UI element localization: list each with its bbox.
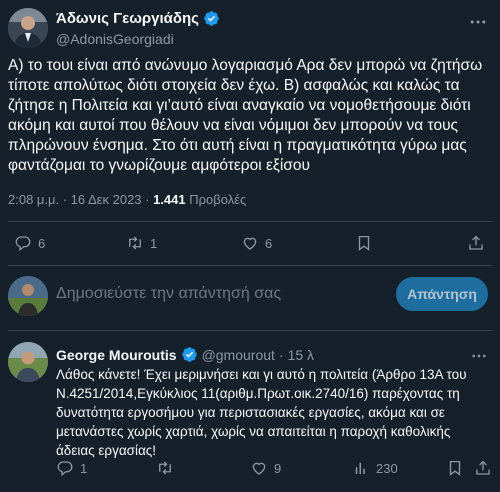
reply-submit-button[interactable]: Απάντηση (396, 277, 488, 311)
reply-input[interactable]: Δημοσιεύστε την απάντησή σας (56, 285, 281, 303)
tweet-action-bar: 6 1 6 (0, 231, 500, 255)
tweet-timestamp[interactable]: 2:08 μ.μ. · 16 Δεκ 2023 · (8, 192, 153, 207)
views-icon (352, 459, 370, 477)
views-count: 1.441 (153, 192, 186, 207)
tweet-text: Α) το τουι είναι από ανώνυμο λογαριασμό … (8, 57, 483, 174)
views-label: Προβολές (185, 192, 247, 207)
author-avatar[interactable] (8, 8, 48, 48)
heart-icon (250, 459, 268, 477)
reply-like-count: 9 (274, 460, 282, 476)
share-icon (474, 459, 492, 477)
reply-icon (56, 459, 74, 477)
reply-reply-count: 1 (80, 460, 88, 476)
reply-author-avatar[interactable] (8, 342, 48, 382)
reply-action-bar: 1 9 230 (0, 456, 500, 480)
bookmark-icon (355, 234, 373, 252)
share-icon (467, 234, 485, 252)
current-user-avatar (8, 276, 48, 316)
reply-button[interactable]: 6 (14, 234, 45, 252)
author-handle[interactable]: @AdonisGeorgiadi (56, 31, 174, 47)
more-icon[interactable] (468, 12, 488, 32)
retweet-icon (126, 234, 144, 252)
divider (8, 265, 492, 266)
separator-dot: · (278, 346, 284, 363)
divider (8, 221, 492, 222)
author-name[interactable]: Άδωνις Γεωργιάδης (56, 10, 199, 27)
verified-badge-icon (181, 346, 198, 363)
retweet-button[interactable]: 1 (126, 234, 157, 252)
divider (8, 330, 492, 331)
heart-icon (241, 234, 259, 252)
retweet-count: 1 (150, 235, 158, 251)
tweet-meta: 2:08 μ.μ. · 16 Δεκ 2023 · 1.441 Προβολές (8, 192, 246, 207)
reply-author-handle[interactable]: @gmourout (202, 347, 275, 363)
bookmark-icon (446, 459, 464, 477)
reply-retweet-button[interactable] (156, 459, 180, 477)
reply-time[interactable]: 15 λ (288, 347, 314, 363)
reply-views-count: 230 (376, 460, 398, 476)
author-name-row[interactable]: Άδωνις Γεωργιάδης (56, 10, 220, 27)
reply-icon (14, 234, 32, 252)
reply-like-button[interactable]: 9 (250, 459, 281, 477)
reply-reply-button[interactable]: 1 (56, 459, 87, 477)
reply-text: Λάθος κάνετε! Έχει μεριμνήσει και γι αυτ… (56, 367, 467, 458)
reply-header: George Mouroutis @gmourout · 15 λ (56, 346, 314, 363)
like-button[interactable]: 6 (241, 234, 272, 252)
reply-count: 6 (38, 235, 46, 251)
like-count: 6 (265, 235, 273, 251)
reply-bookmark-button[interactable] (446, 459, 464, 477)
retweet-icon (156, 459, 174, 477)
reply-share-button[interactable] (474, 459, 492, 477)
more-icon[interactable] (470, 347, 488, 365)
verified-badge-icon (203, 10, 220, 27)
reply-author-name[interactable]: George Mouroutis (56, 347, 177, 363)
share-button[interactable] (467, 234, 485, 252)
bookmark-button[interactable] (355, 234, 373, 252)
reply-views-button[interactable]: 230 (352, 459, 398, 477)
